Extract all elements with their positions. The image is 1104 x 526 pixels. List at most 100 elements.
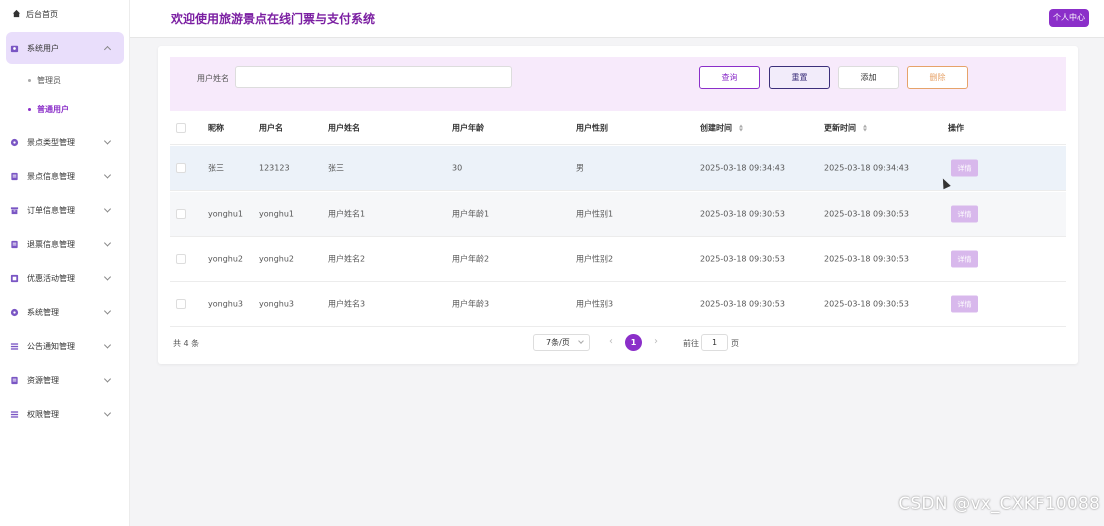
detail-button[interactable]: 详情: [951, 159, 978, 177]
sidebar-item-system-users[interactable]: 系统用户: [6, 32, 124, 64]
sidebar-item-order-info[interactable]: 订单信息管理: [6, 194, 124, 226]
table-row[interactable]: yonghu2 yonghu2 用户姓名2 用户年龄2 用户性别2 2025-0…: [170, 237, 1066, 282]
watermark: CSDN @vx_CXKF10088: [898, 494, 1100, 514]
document-icon: [10, 172, 19, 181]
cell-age: 用户年龄1: [452, 209, 490, 219]
detail-button[interactable]: 详情: [951, 205, 978, 223]
goto-suffix: 页: [731, 339, 739, 348]
row-checkbox[interactable]: [176, 299, 186, 309]
table-row[interactable]: 张三 123123 张三 30 男 2025-03-18 09:34:43 20…: [170, 146, 1066, 191]
goto-page-input[interactable]: 1: [701, 334, 728, 351]
table-row[interactable]: yonghu3 yonghu3 用户姓名3 用户年龄3 用户性别3 2025-0…: [170, 282, 1066, 327]
cell-username: yonghu2: [259, 254, 295, 264]
table-header-row: 昵称 用户名 用户姓名 用户年龄 用户性别 创建时间 更新时间 操作: [170, 112, 1066, 145]
column-header: 用户名: [259, 123, 283, 133]
chevron-down-icon: [103, 409, 112, 417]
cell-nickname: yonghu3: [208, 299, 244, 309]
sidebar-item-spot-info[interactable]: 景点信息管理: [6, 160, 124, 192]
sort-icon[interactable]: [862, 124, 867, 132]
row-checkbox[interactable]: [176, 163, 186, 173]
sidebar-item-label: 优惠活动管理: [27, 273, 75, 283]
search-label: 用户姓名: [197, 74, 229, 83]
cell-username: yonghu3: [259, 299, 295, 309]
sidebar-item-promotion[interactable]: 优惠活动管理: [6, 262, 124, 294]
add-button[interactable]: 添加: [838, 66, 899, 89]
column-header-updated[interactable]: 更新时间: [824, 123, 867, 134]
cell-nickname: 张三: [208, 163, 224, 173]
query-button[interactable]: 查询: [699, 66, 760, 89]
top-header: 欢迎使用旅游景点在线门票与支付系统 个人中心: [130, 0, 1104, 38]
reset-button[interactable]: 重置: [769, 66, 830, 89]
detail-button[interactable]: 详情: [951, 295, 978, 313]
select-all-checkbox[interactable]: [176, 123, 186, 133]
table-row[interactable]: yonghu1 yonghu1 用户姓名1 用户年龄1 用户性别1 2025-0…: [170, 192, 1066, 237]
page-number-current[interactable]: 1: [625, 334, 642, 351]
cell-updated: 2025-03-18 09:30:53: [824, 299, 909, 309]
cell-created: 2025-03-18 09:30:53: [700, 209, 785, 219]
chevron-down-icon: [103, 205, 112, 213]
row-checkbox[interactable]: [176, 254, 186, 264]
profile-button[interactable]: 个人中心: [1049, 9, 1089, 27]
search-bar: 用户姓名 查询 重置 添加 删除: [170, 57, 1066, 111]
column-header-created[interactable]: 创建时间: [700, 123, 743, 134]
cell-created: 2025-03-18 09:30:53: [700, 299, 785, 309]
search-input[interactable]: [235, 66, 512, 88]
content-panel: 用户姓名 查询 重置 添加 删除 昵称 用户名 用户姓名 用户年龄 用户性别 创…: [158, 46, 1078, 364]
sidebar-item-resource[interactable]: 资源管理: [6, 364, 124, 396]
sidebar-item-refund-info[interactable]: 退票信息管理: [6, 228, 124, 260]
total-count: 共 4 条: [173, 339, 200, 348]
document-icon: [10, 240, 19, 249]
cell-age: 用户年龄2: [452, 254, 490, 264]
sidebar-item-notice[interactable]: 公告通知管理: [6, 330, 124, 362]
cell-created: 2025-03-18 09:30:53: [700, 254, 785, 264]
chevron-down-icon: [103, 307, 112, 315]
sidebar-subitem-label: 普通用户: [37, 105, 69, 114]
box-icon: [10, 206, 19, 215]
column-header: 操作: [948, 123, 964, 133]
cell-updated: 2025-03-18 09:34:43: [824, 163, 909, 173]
cell-name: 用户姓名3: [328, 299, 366, 309]
column-header-label: 更新时间: [824, 123, 856, 133]
sidebar: 后台首页 系统用户 管理员 普通用户 景点类型管理 景点信息管理 订单信息管理 …: [0, 0, 130, 526]
sidebar-item-system-manage[interactable]: 系统管理: [6, 296, 124, 328]
row-checkbox[interactable]: [176, 209, 186, 219]
page-size-value: 7条/页: [546, 338, 570, 347]
column-header: 用户性别: [576, 123, 608, 133]
chevron-up-icon: [103, 45, 112, 54]
cell-created: 2025-03-18 09:34:43: [700, 163, 785, 173]
page-size-select[interactable]: 7条/页: [533, 334, 590, 351]
sidebar-subitem-admin[interactable]: 管理员: [28, 75, 61, 86]
tag-icon: [10, 138, 19, 147]
cell-updated: 2025-03-18 09:30:53: [824, 254, 909, 264]
column-header: 昵称: [208, 123, 224, 133]
cell-name: 用户姓名1: [328, 209, 366, 219]
prev-page-icon[interactable]: ‹: [609, 336, 613, 347]
sidebar-item-label: 景点类型管理: [27, 137, 75, 147]
chevron-down-icon: [103, 171, 112, 179]
chevron-down-icon: [103, 341, 112, 349]
column-header: 用户年龄: [452, 123, 484, 133]
cell-gender: 用户性别3: [576, 299, 614, 309]
list-icon: [10, 410, 19, 419]
sidebar-subitem-label: 管理员: [37, 76, 61, 85]
sort-icon[interactable]: [738, 124, 743, 132]
sidebar-item-label: 订单信息管理: [27, 205, 75, 215]
cell-gender: 男: [576, 163, 584, 173]
delete-button[interactable]: 删除: [907, 66, 968, 89]
chevron-down-icon: [578, 338, 584, 344]
document-icon: [10, 376, 19, 385]
chevron-down-icon: [103, 273, 112, 281]
sidebar-subitem-normal-users[interactable]: 普通用户: [28, 104, 69, 115]
detail-button[interactable]: 详情: [951, 250, 978, 268]
home-icon: [12, 9, 21, 20]
sidebar-home[interactable]: 后台首页: [12, 9, 58, 20]
next-page-icon[interactable]: ›: [654, 336, 658, 347]
cell-age: 用户年龄3: [452, 299, 490, 309]
sidebar-item-label: 退票信息管理: [27, 239, 75, 249]
chevron-down-icon: [103, 137, 112, 145]
sidebar-item-permission[interactable]: 权限管理: [6, 398, 124, 430]
bullet-icon: [28, 79, 31, 82]
sidebar-item-label: 资源管理: [27, 375, 59, 385]
sidebar-item-label: 系统用户: [27, 43, 59, 53]
sidebar-item-spot-type[interactable]: 景点类型管理: [6, 126, 124, 158]
